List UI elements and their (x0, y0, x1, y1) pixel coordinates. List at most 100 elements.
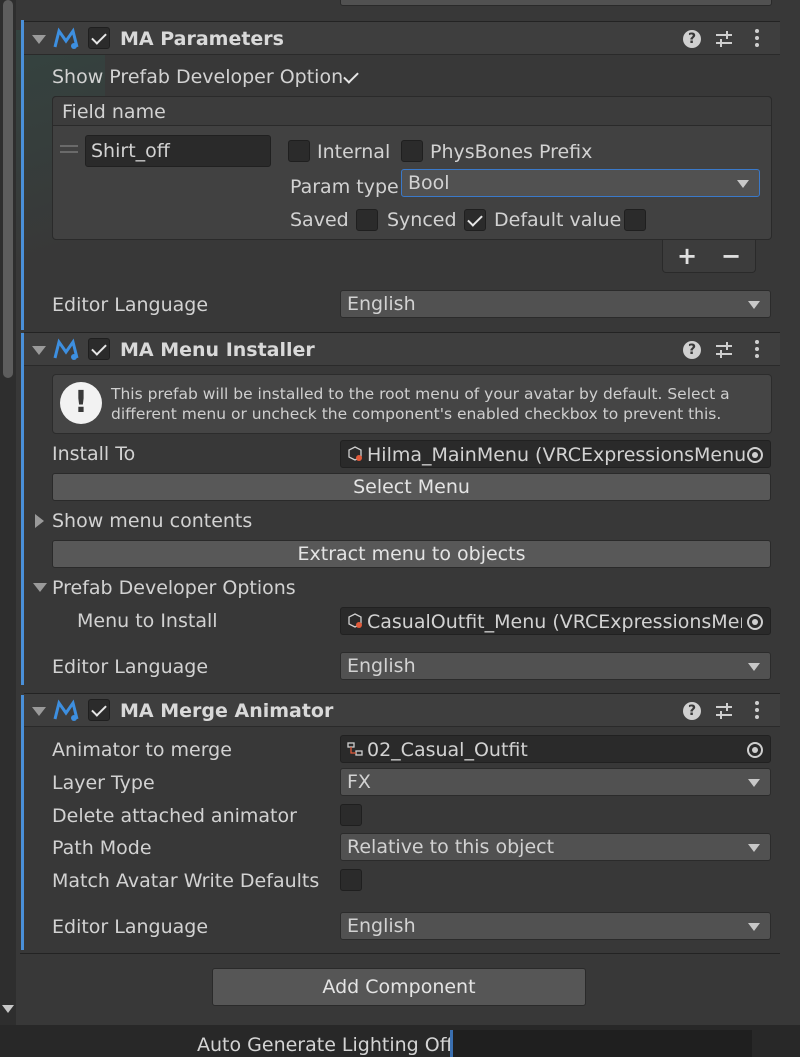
default-value-label: Default value (494, 209, 622, 231)
parameter-name-input[interactable]: Shirt_off (85, 135, 271, 167)
help-icon[interactable]: ? (683, 702, 701, 720)
component-enabled-checkbox[interactable] (88, 27, 110, 49)
extract-menu-button[interactable]: Extract menu to objects (52, 540, 771, 568)
delete-attached-checkbox[interactable] (340, 804, 362, 826)
info-text-line2: different menu or uncheck the component'… (111, 405, 722, 423)
delete-attached-label: Delete attached animator (52, 805, 297, 827)
component-accent-bar (21, 695, 24, 950)
chevron-down-icon (748, 844, 760, 852)
editor-language-value: English (347, 293, 416, 315)
list-add-remove: + − (662, 240, 756, 273)
path-mode-dropdown[interactable]: Relative to this object (340, 833, 771, 861)
prefab-dev-options-label[interactable]: Prefab Developer Options (52, 576, 296, 600)
animator-to-merge-field[interactable]: 02_Casual_Outfit (340, 735, 771, 763)
modular-avatar-icon (53, 27, 79, 49)
section-divider (20, 953, 780, 954)
foldout-down-icon[interactable] (32, 707, 46, 716)
physbones-prefix-checkbox[interactable] (401, 140, 423, 162)
help-icon[interactable]: ? (683, 341, 701, 359)
editor-language-label: Editor Language (52, 916, 209, 938)
kebab-menu-icon[interactable] (755, 340, 759, 361)
field-name-header-label: Field name (62, 101, 166, 123)
add-entry-button[interactable]: + (677, 242, 697, 270)
synced-checkbox[interactable] (464, 209, 486, 231)
lighting-status-label[interactable]: Auto Generate Lighting Off (197, 1033, 453, 1057)
component-title: MA Parameters (120, 28, 284, 50)
scrollbar-thumb[interactable] (3, 0, 13, 378)
expressions-menu-icon (348, 446, 362, 461)
add-component-button[interactable]: Add Component (212, 968, 586, 1006)
physbones-prefix-label: PhysBones Prefix (430, 141, 593, 163)
layer-type-value: FX (347, 771, 371, 793)
internal-label: Internal (317, 141, 391, 163)
preset-sliders-icon[interactable] (714, 340, 734, 360)
chevron-down-icon (748, 779, 760, 787)
saved-checkbox[interactable] (356, 209, 378, 231)
component-accent-bar (21, 333, 24, 685)
default-value-checkbox[interactable] (624, 209, 646, 231)
saved-label: Saved (290, 209, 349, 231)
chevron-down-icon (748, 923, 760, 931)
editor-language-label: Editor Language (52, 656, 209, 678)
install-to-field[interactable]: Hilma_MainMenu (VRCExpressionsMenu) (340, 440, 771, 468)
layer-type-label: Layer Type (52, 772, 155, 794)
chevron-down-icon (737, 180, 749, 188)
install-to-label: Install To (52, 443, 136, 465)
editor-language-dropdown[interactable]: English (340, 912, 771, 940)
component-header-merge-animator[interactable]: MA Merge Animator ? (24, 693, 780, 727)
scroll-down-icon[interactable] (2, 1005, 14, 1013)
foldout-down-icon[interactable] (32, 346, 46, 355)
match-write-defaults-label: Match Avatar Write Defaults (52, 870, 320, 892)
object-picker-icon[interactable] (747, 742, 763, 758)
remove-entry-button[interactable]: − (721, 242, 741, 270)
path-mode-value: Relative to this object (347, 836, 555, 858)
component-header-menu-installer[interactable]: MA Menu Installer ? (24, 332, 780, 366)
object-picker-icon[interactable] (747, 447, 763, 463)
show-prefab-checkbox[interactable] (340, 66, 362, 88)
component-enabled-checkbox[interactable] (88, 699, 110, 721)
modular-avatar-icon (53, 338, 79, 360)
field-name-header: Field name (52, 96, 772, 126)
show-menu-contents-label[interactable]: Show menu contents (52, 509, 252, 533)
animator-to-merge-label: Animator to merge (52, 739, 232, 761)
modular-avatar-icon (53, 699, 79, 721)
chevron-down-icon (748, 301, 760, 309)
preset-sliders-icon[interactable] (714, 29, 734, 49)
match-write-defaults-checkbox[interactable] (340, 869, 362, 891)
param-type-value: Bool (408, 172, 450, 194)
info-text-line1: This prefab will be installed to the roo… (111, 385, 730, 403)
foldout-down-icon[interactable] (32, 35, 46, 44)
parameter-name-value: Shirt_off (91, 140, 170, 162)
component-header-parameters[interactable]: MA Parameters ? (24, 21, 780, 55)
animator-controller-icon (347, 742, 363, 756)
editor-language-dropdown[interactable]: English (340, 652, 771, 680)
foldout-right-icon[interactable] (35, 514, 44, 528)
help-icon[interactable]: ? (683, 30, 701, 48)
kebab-menu-icon[interactable] (755, 701, 759, 722)
editor-language-dropdown[interactable]: English (340, 290, 771, 318)
menu-to-install-field[interactable]: CasualOutfit_Menu (VRCExpressionsMenu) (340, 607, 771, 635)
clipped-top-dropdown[interactable] (340, 0, 772, 6)
show-prefab-label: Show Prefab Developer Option (52, 66, 344, 88)
preset-sliders-icon[interactable] (714, 701, 734, 721)
object-picker-icon[interactable] (747, 614, 763, 630)
inspector-scrollbar[interactable] (0, 0, 16, 1025)
select-menu-button[interactable]: Select Menu (52, 473, 771, 501)
editor-language-value: English (347, 655, 416, 677)
drag-handle-icon[interactable] (60, 145, 78, 153)
animator-to-merge-value: 02_Casual_Outfit (367, 739, 528, 761)
foldout-down-icon[interactable] (33, 583, 47, 592)
layer-type-dropdown[interactable]: FX (340, 768, 771, 796)
expressions-menu-icon (348, 613, 362, 628)
progress-area (450, 1030, 752, 1057)
kebab-menu-icon[interactable] (755, 29, 759, 50)
menu-to-install-value: CasualOutfit_Menu (VRCExpressionsMenu) (367, 611, 742, 633)
component-enabled-checkbox[interactable] (88, 338, 110, 360)
internal-checkbox[interactable] (288, 140, 310, 162)
component-title: MA Merge Animator (120, 700, 334, 722)
add-component-label: Add Component (322, 976, 476, 998)
param-type-dropdown[interactable]: Bool (401, 169, 760, 197)
editor-language-label: Editor Language (52, 294, 209, 316)
select-menu-label: Select Menu (353, 476, 470, 498)
extract-menu-label: Extract menu to objects (297, 543, 526, 565)
